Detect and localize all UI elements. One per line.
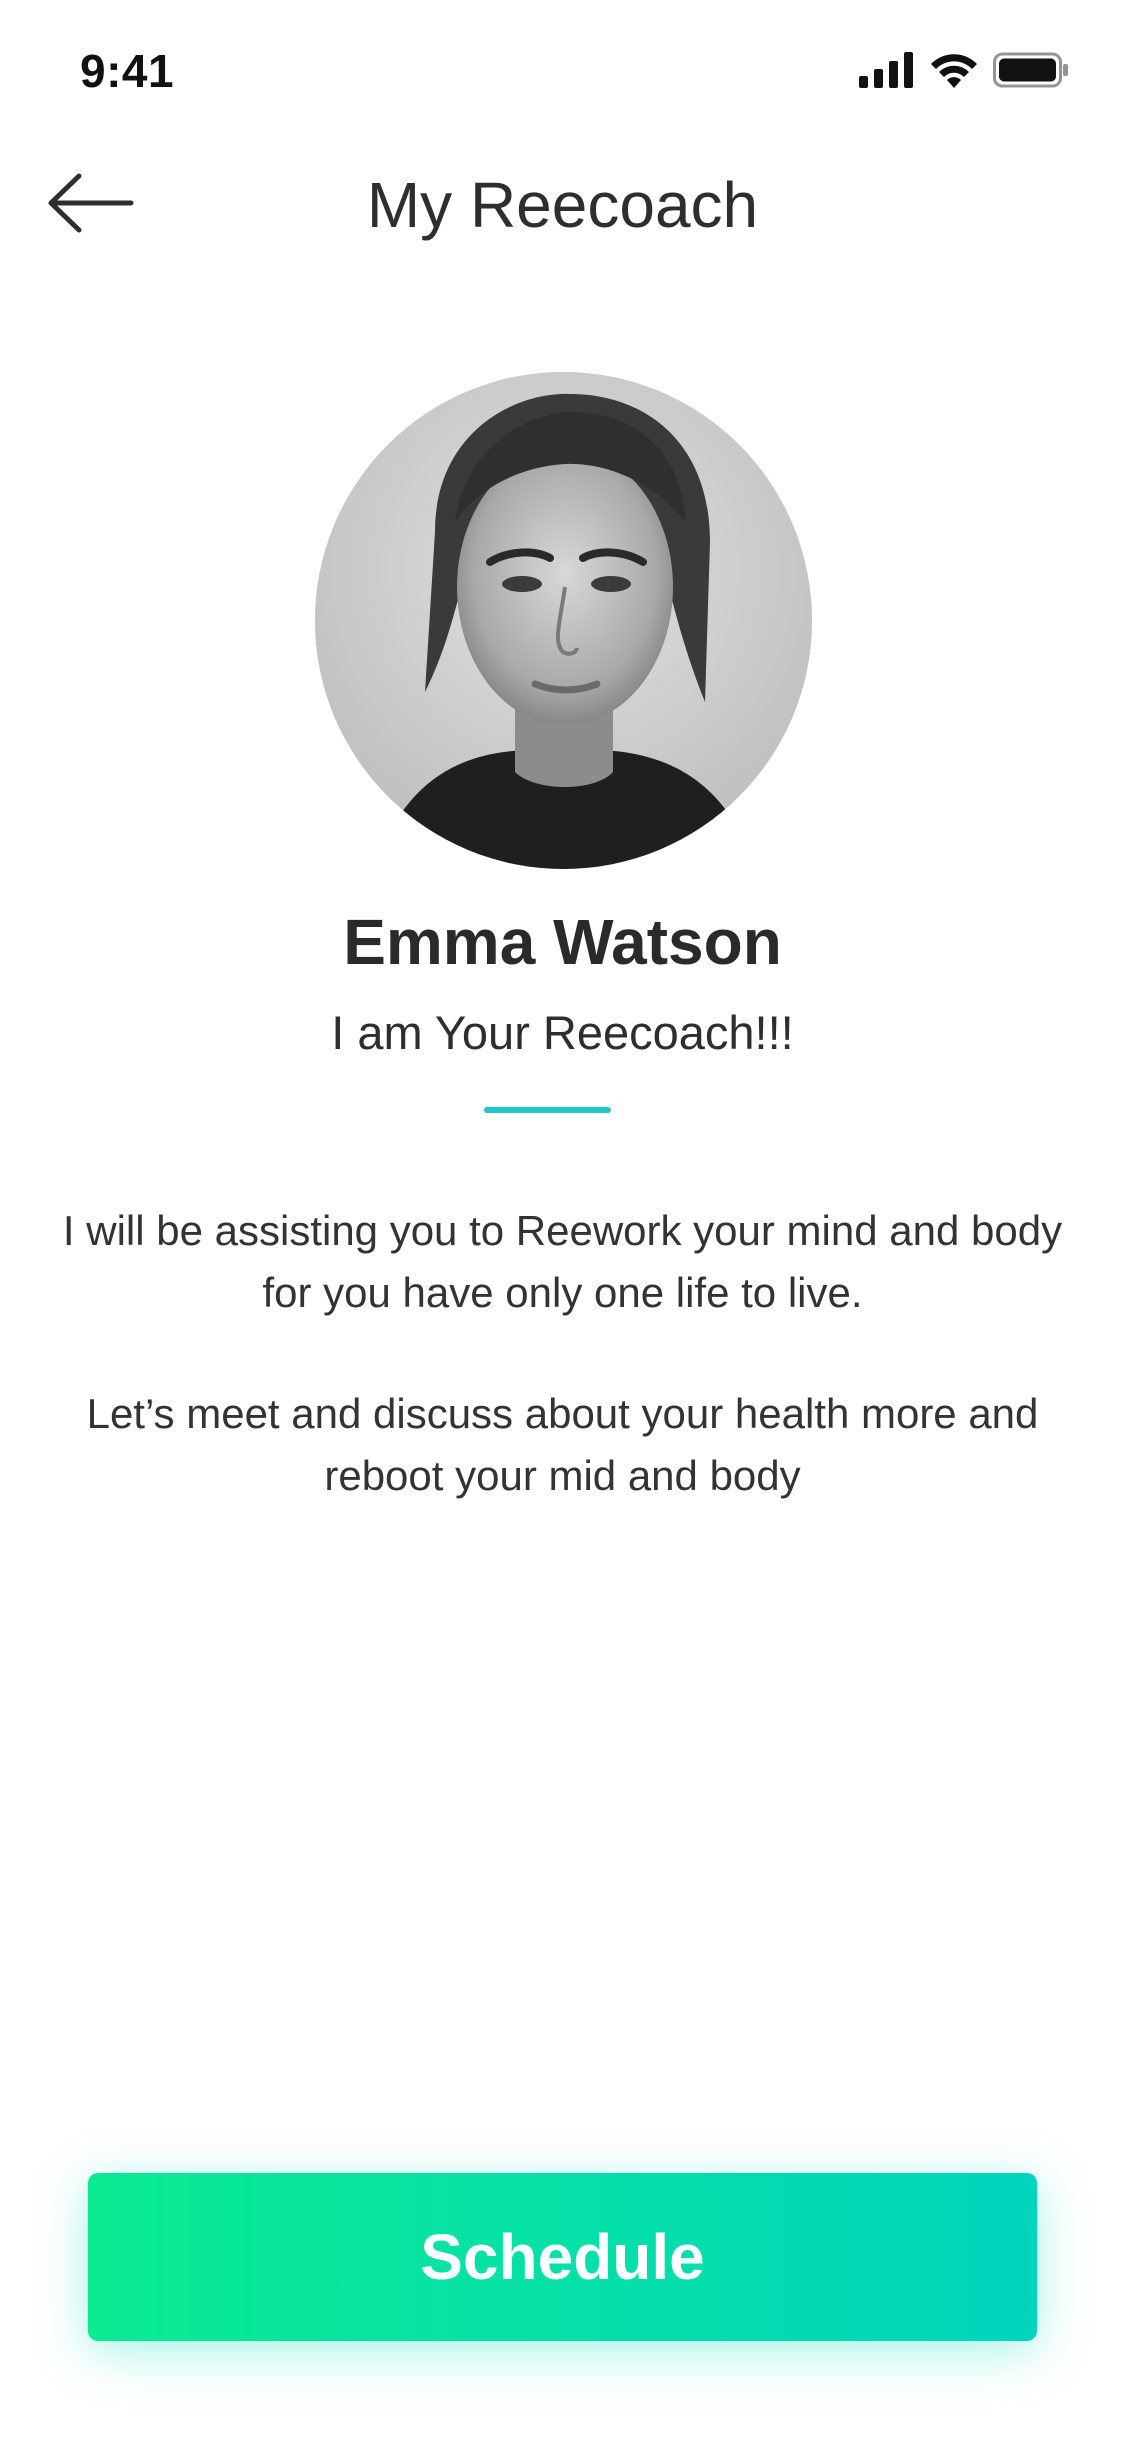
- status-bar: 9:41: [0, 0, 1125, 140]
- wifi-icon: [929, 52, 979, 93]
- schedule-button-label: Schedule: [420, 2221, 705, 2293]
- coach-name: Emma Watson: [343, 906, 782, 978]
- battery-icon: [993, 52, 1069, 93]
- status-time: 9:41: [80, 45, 175, 97]
- cellular-signal-icon: [859, 51, 915, 93]
- page-title: My Reecoach: [366, 169, 759, 241]
- coach-avatar: [315, 372, 812, 869]
- description-paragraph-2: Let’s meet and discuss about your health…: [86, 1390, 1039, 1499]
- accent-divider: [484, 1107, 611, 1113]
- status-icons: [859, 51, 1069, 93]
- nav-bar: My Reecoach: [0, 150, 1125, 260]
- coach-tagline: I am Your Reecoach!!!: [331, 1006, 794, 1059]
- description-paragraph-1: I will be assisting you to Reework your …: [62, 1207, 1063, 1316]
- schedule-button[interactable]: Schedule: [88, 2173, 1037, 2341]
